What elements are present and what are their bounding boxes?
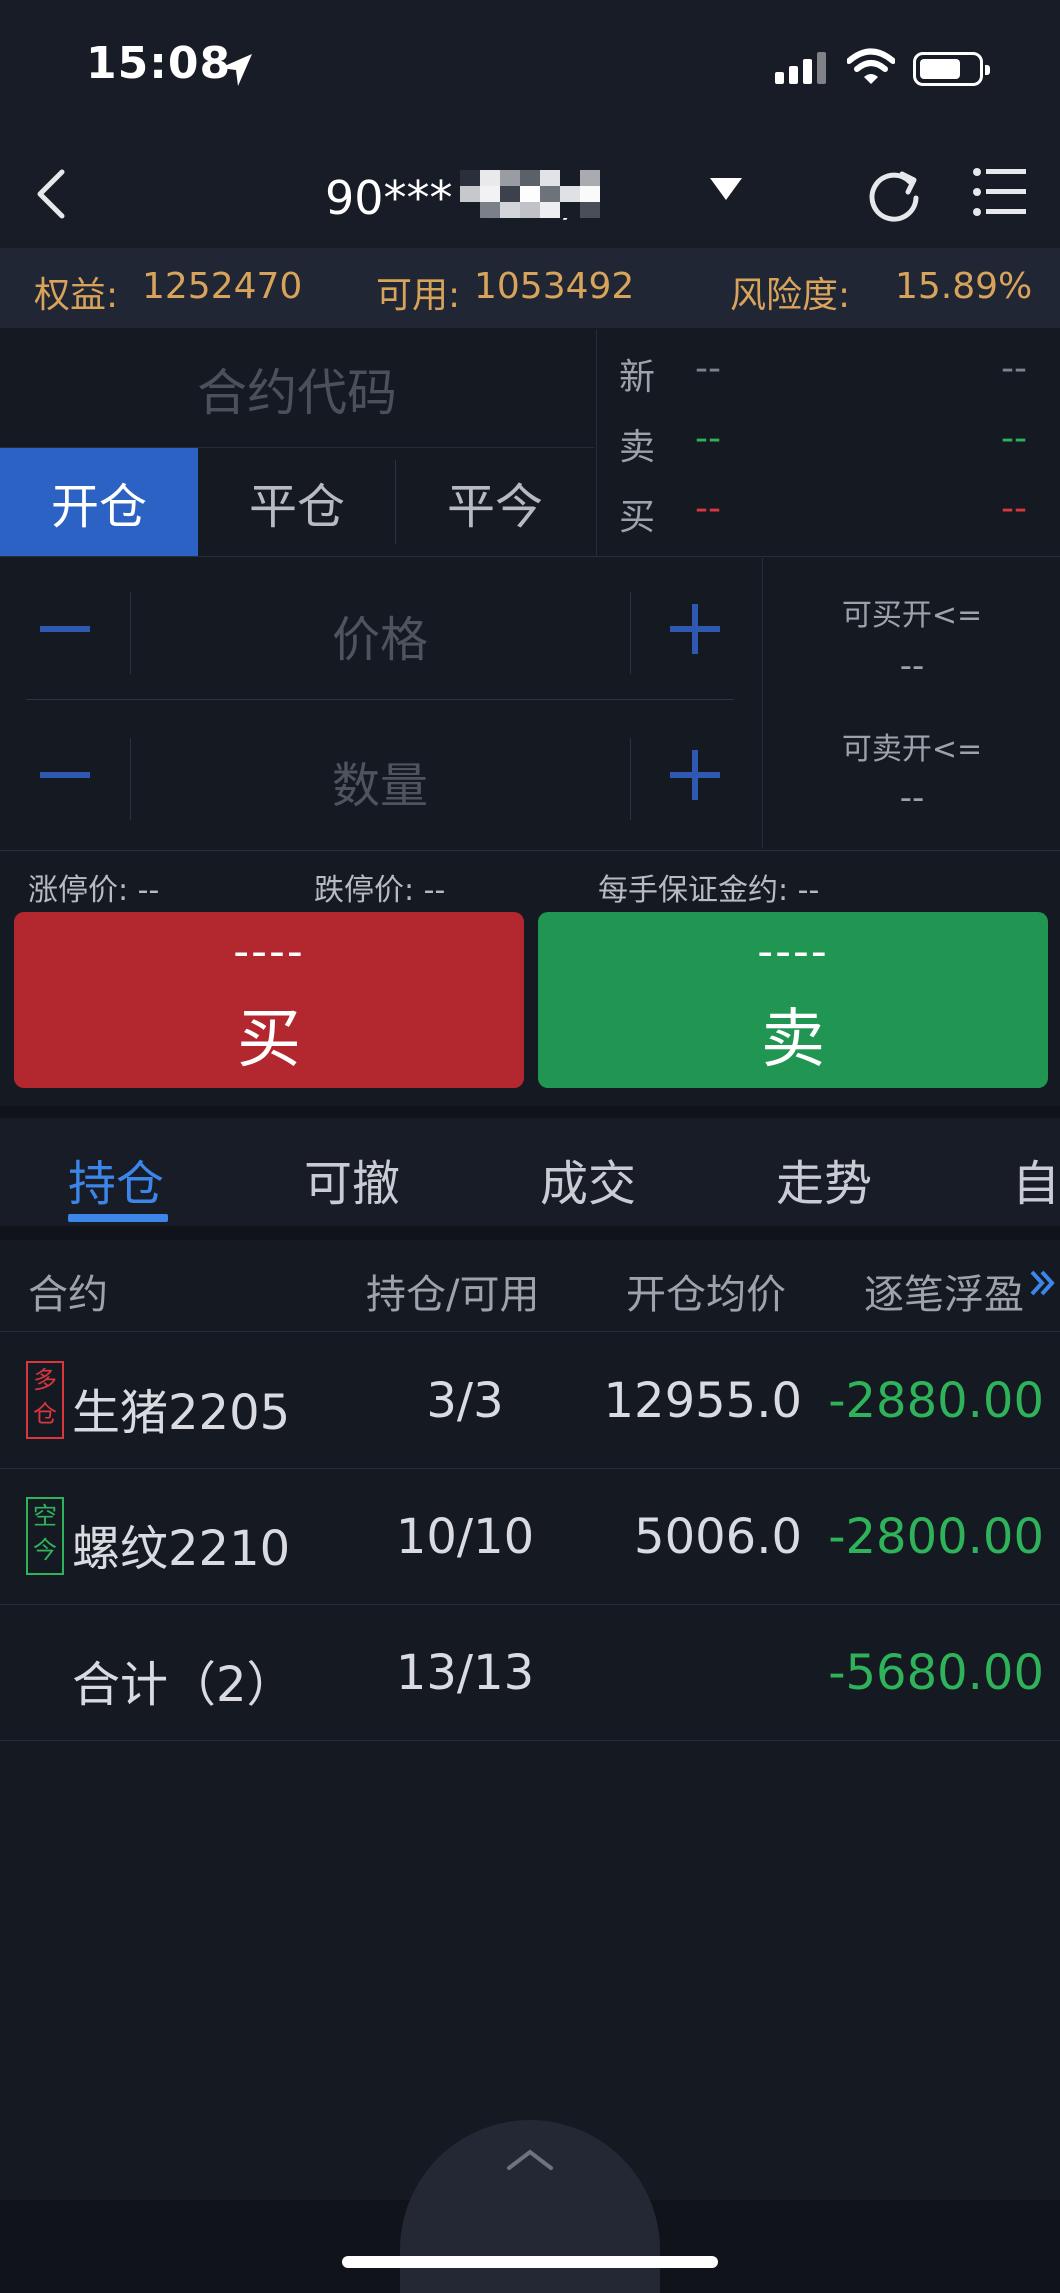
tab-custom[interactable]: 自 <box>1012 1144 1060 1214</box>
quote-value: -- <box>1001 418 1027 459</box>
buy-button[interactable]: ---- 买 <box>14 912 524 1088</box>
tab-positions[interactable]: 持仓 <box>68 1144 164 1214</box>
price-plus-button[interactable] <box>692 604 698 654</box>
quantity-plus-button[interactable] <box>692 750 698 800</box>
available-lots-panel: 可买开<= -- 可卖开<= -- <box>762 558 1060 848</box>
table-row[interactable]: 空今 螺纹2210 10/10 5006.0 -2800.00 <box>0 1469 1060 1605</box>
quote-label: 买 <box>619 497 656 538</box>
can-buy-open-value: -- <box>899 646 925 686</box>
column-header-contract: 合约 <box>28 1272 108 1318</box>
wifi-icon <box>846 48 896 90</box>
buy-label: 买 <box>237 1003 301 1077</box>
sell-button[interactable]: ---- 卖 <box>538 912 1048 1088</box>
quote-value: -- <box>695 488 721 529</box>
quote-label: 新 <box>619 357 656 398</box>
tab-trend[interactable]: 走势 <box>776 1144 872 1214</box>
equity-label: 权益: <box>34 275 119 316</box>
positions-table-header: 合约 持仓/可用 开仓均价 逐笔浮盈 <box>0 1240 1060 1332</box>
total-qty: 13/13 <box>395 1645 535 1701</box>
quote-value: -- <box>695 348 721 389</box>
quote-row-ask: 卖 -- -- <box>597 408 1060 478</box>
divider <box>0 1106 1060 1118</box>
divider <box>0 1226 1060 1240</box>
contract-name: 生猪2205 <box>72 1385 291 1441</box>
tab-trades[interactable]: 成交 <box>540 1144 636 1214</box>
price-stepper: 价格 <box>26 560 734 700</box>
redaction-mosaic <box>460 170 600 218</box>
table-total-row: 合计（2） 13/13 -5680.00 <box>0 1605 1060 1741</box>
refresh-icon[interactable] <box>866 162 922 230</box>
account-summary-bar: 权益: 1252470 可用: 1053492 风险度: 15.89% <box>0 248 1060 328</box>
quote-panel: 新 -- -- 卖 -- -- 买 -- -- <box>596 330 1060 556</box>
limit-down-price: 跌停价: -- <box>314 873 446 908</box>
quantity-input[interactable]: 数量 <box>131 746 629 816</box>
contract-name: 螺纹2210 <box>72 1521 291 1577</box>
quote-row-bid: 买 -- -- <box>597 478 1060 548</box>
risk-label: 风险度: <box>730 275 851 316</box>
can-buy-open-label: 可买开<= <box>841 598 983 633</box>
sell-label: 卖 <box>761 1003 825 1077</box>
list-menu-icon[interactable] <box>972 164 1028 224</box>
avg-open-price: 5006.0 <box>634 1509 802 1565</box>
quote-label: 卖 <box>619 427 656 468</box>
offset-tabs: 开仓 平仓 平今 <box>0 448 594 556</box>
quote-value: -- <box>1001 348 1027 389</box>
cellular-signal-icon <box>775 52 826 84</box>
dropdown-triangle-icon[interactable] <box>710 178 742 200</box>
quantity-minus-button[interactable] <box>40 772 90 778</box>
margin-per-lot: 每手保证金约: -- <box>598 873 820 908</box>
available-value: 1053492 <box>474 266 635 307</box>
double-chevron-right-icon[interactable] <box>1028 1266 1058 1304</box>
quote-row-last: 新 -- -- <box>597 338 1060 408</box>
total-pnl: -5680.00 <box>828 1645 1044 1701</box>
battery-icon <box>913 52 990 86</box>
available-label: 可用: <box>376 275 461 316</box>
floating-pnl: -2880.00 <box>828 1373 1044 1429</box>
back-chevron-icon[interactable] <box>30 162 70 230</box>
tab-close-position[interactable]: 平仓 <box>198 448 396 556</box>
location-arrow-icon <box>216 50 256 94</box>
position-qty: 3/3 <box>426 1373 504 1429</box>
equity-value: 1252470 <box>142 266 303 307</box>
sell-price: ---- <box>757 926 829 977</box>
column-header-position: 持仓/可用 <box>366 1272 540 1318</box>
price-minus-button[interactable] <box>40 626 90 632</box>
total-label: 合计（2） <box>72 1657 295 1713</box>
floating-pnl: -2800.00 <box>828 1509 1044 1565</box>
active-tab-indicator <box>68 1214 168 1222</box>
column-header-floating-pnl: 逐笔浮盈 <box>864 1272 1024 1318</box>
quantity-stepper: 数量 <box>26 706 734 846</box>
price-limits-row: 涨停价: -- 跌停价: -- 每手保证金约: -- <box>0 850 1060 910</box>
position-type-tag: 多仓 <box>26 1361 64 1439</box>
divider <box>0 556 1060 557</box>
avg-open-price: 12955.0 <box>603 1373 803 1429</box>
status-time: 15:08 <box>86 38 232 89</box>
position-qty: 10/10 <box>395 1509 535 1565</box>
tab-close-today[interactable]: 平今 <box>396 448 594 556</box>
quote-value: -- <box>1001 488 1027 529</box>
price-input[interactable]: 价格 <box>131 600 629 670</box>
top-nav-bar: 90*** 期货) <box>0 140 1060 248</box>
buy-price: ---- <box>233 926 305 977</box>
quote-value: -- <box>695 418 721 459</box>
table-row[interactable]: 多仓 生猪2205 3/3 12955.0 -2880.00 <box>0 1333 1060 1469</box>
position-type-tag: 空今 <box>26 1497 64 1575</box>
limit-up-price: 涨停价: -- <box>28 873 160 908</box>
position-tabs: 持仓 可撤 成交 走势 自 <box>0 1118 1060 1226</box>
chevron-up-icon[interactable] <box>505 2146 555 2176</box>
tab-cancellable[interactable]: 可撤 <box>304 1144 400 1214</box>
column-header-avg-price: 开仓均价 <box>626 1272 786 1318</box>
can-sell-open-value: -- <box>899 778 925 818</box>
contract-code-input[interactable]: 合约代码 <box>0 330 594 448</box>
home-indicator[interactable] <box>342 2256 718 2268</box>
can-sell-open-label: 可卖开<= <box>841 732 983 767</box>
risk-value: 15.89% <box>895 266 1033 307</box>
tab-open-position[interactable]: 开仓 <box>0 448 198 556</box>
